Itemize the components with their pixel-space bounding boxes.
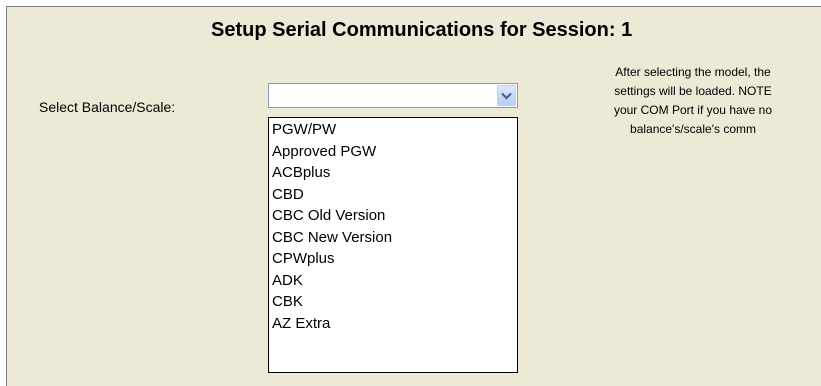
dropdown-item-cbk[interactable]: CBK: [269, 291, 517, 313]
dropdown-item-pgw-pw[interactable]: PGW/PW: [269, 119, 517, 141]
chevron-down-icon: [501, 92, 512, 100]
dropdown-item-approved-pgw[interactable]: Approved PGW: [269, 141, 517, 163]
info-line: settings will be loaded. NOTE: [614, 84, 772, 98]
balance-dropdown-list: PGW/PW Approved PGW ACBplus CBD CBC Old …: [268, 117, 518, 373]
dialog-title: Setup Serial Communications for Session:…: [211, 19, 633, 41]
info-line: After selecting the model, the: [615, 65, 771, 79]
balance-select-combobox[interactable]: [268, 83, 518, 108]
dropdown-item-acbplus[interactable]: ACBplus: [269, 162, 517, 184]
dropdown-item-cbc-old-version[interactable]: CBC Old Version: [269, 205, 517, 227]
dropdown-item-adk[interactable]: ADK: [269, 270, 517, 292]
dropdown-item-cpwplus[interactable]: CPWplus: [269, 248, 517, 270]
info-line: balance's/scale's comm: [630, 122, 756, 136]
balance-select-label: Select Balance/Scale:: [39, 99, 176, 115]
dropdown-item-cbd[interactable]: CBD: [269, 184, 517, 206]
info-line: your COM Port if you have no: [613, 103, 773, 117]
info-text: After selecting the model, the settings …: [543, 63, 821, 139]
dropdown-button[interactable]: [497, 85, 516, 106]
dropdown-item-cbc-new-version[interactable]: CBC New Version: [269, 227, 517, 249]
dropdown-item-az-extra[interactable]: AZ Extra: [269, 313, 517, 335]
